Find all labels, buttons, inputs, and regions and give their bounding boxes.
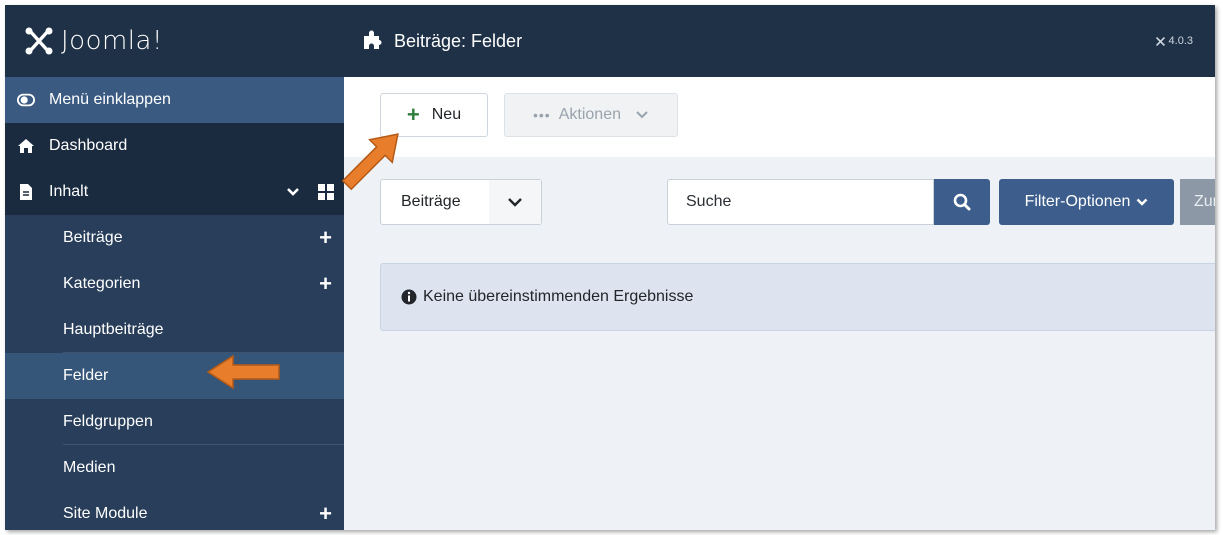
search-placeholder: Suche bbox=[686, 193, 732, 210]
sidebar-item-beitraege[interactable]: Beiträge + bbox=[5, 215, 344, 261]
add-category-icon[interactable]: + bbox=[319, 271, 332, 297]
filter-options-button[interactable]: Filter-Optionen bbox=[999, 179, 1174, 225]
sidebar-item-label: Felder bbox=[63, 367, 109, 384]
chevron-down-icon bbox=[636, 111, 648, 119]
toggle-icon bbox=[17, 91, 35, 109]
sidebar-item-label: Dashboard bbox=[49, 137, 128, 154]
page-header: Beiträge: Felder 4.0.3 bbox=[344, 5, 1215, 77]
sidebar-item-label: Inhalt bbox=[49, 183, 89, 200]
chevron-down-icon[interactable] bbox=[286, 187, 300, 197]
search-input[interactable]: Suche bbox=[667, 179, 934, 225]
sidebar: Joomla! Menü einklappen Dashboard Inhalt bbox=[5, 5, 344, 530]
file-icon bbox=[17, 183, 35, 201]
app-window: Joomla! Menü einklappen Dashboard Inhalt bbox=[5, 5, 1215, 530]
page-title: Beiträge: Felder bbox=[394, 30, 523, 51]
dashboard-grid-icon[interactable] bbox=[318, 184, 334, 200]
sidebar-item-site-module[interactable]: Site Module + bbox=[5, 491, 344, 530]
alert-message: Keine übereinstimmenden Ergebnisse bbox=[423, 288, 694, 305]
search-button[interactable] bbox=[934, 179, 990, 225]
sidebar-item-medien[interactable]: Medien bbox=[5, 445, 344, 491]
version-text: 4.0.3 bbox=[1168, 35, 1193, 47]
add-module-icon[interactable]: + bbox=[319, 501, 332, 527]
sidebar-item-inhalt[interactable]: Inhalt bbox=[5, 169, 344, 215]
sidebar-item-label: Site Module bbox=[63, 505, 148, 522]
sidebar-item-kategorien[interactable]: Kategorien + bbox=[5, 261, 344, 307]
logo[interactable]: Joomla! bbox=[5, 5, 344, 77]
add-article-icon[interactable]: + bbox=[319, 225, 332, 251]
sidebar-item-label: Beiträge bbox=[63, 229, 123, 246]
ellipsis-icon: ••• bbox=[533, 107, 551, 123]
reset-button[interactable]: Zur bbox=[1180, 179, 1215, 225]
search-icon bbox=[953, 193, 971, 211]
menu-collapse-toggle[interactable]: Menü einklappen bbox=[5, 77, 344, 123]
annotation-arrow-new bbox=[341, 133, 399, 191]
annotation-arrow-felder bbox=[206, 354, 280, 390]
sidebar-item-label: Medien bbox=[63, 459, 116, 476]
filter-options-label: Filter-Optionen bbox=[1024, 193, 1131, 210]
sidebar-item-hauptbeitraege[interactable]: Hauptbeiträge bbox=[5, 307, 344, 353]
sidebar-item-felder[interactable]: Felder bbox=[5, 353, 344, 399]
home-icon bbox=[17, 137, 35, 155]
actions-dropdown[interactable]: ••• Aktionen bbox=[504, 93, 678, 137]
main-content: Beiträge Suche Filter-Optionen Zur Keine… bbox=[344, 157, 1215, 530]
no-results-alert: Keine übereinstimmenden Ergebnisse bbox=[380, 263, 1215, 331]
toolbar: + Neu ••• Aktionen bbox=[344, 77, 1215, 158]
info-icon bbox=[401, 289, 417, 305]
new-button-label: Neu bbox=[431, 106, 462, 123]
sidebar-item-feldgruppen[interactable]: Feldgruppen bbox=[5, 399, 344, 445]
context-select-value: Beiträge bbox=[401, 193, 461, 210]
puzzle-icon bbox=[362, 28, 384, 55]
actions-label: Aktionen bbox=[558, 106, 621, 123]
sidebar-item-label: Feldgruppen bbox=[63, 413, 153, 430]
sidebar-item-label: Hauptbeiträge bbox=[63, 321, 164, 338]
menu-collapse-label: Menü einklappen bbox=[49, 91, 171, 108]
sidebar-item-label: Kategorien bbox=[63, 275, 141, 292]
chevron-down-icon bbox=[1137, 198, 1148, 206]
chevron-down-icon bbox=[489, 180, 541, 224]
reset-label: Zur bbox=[1194, 193, 1215, 210]
joomla-logo-icon bbox=[25, 27, 53, 55]
version-badge: 4.0.3 bbox=[1155, 35, 1193, 47]
sidebar-item-dashboard[interactable]: Dashboard bbox=[5, 123, 344, 169]
logo-text: Joomla! bbox=[61, 26, 163, 56]
joomla-small-icon bbox=[1155, 36, 1165, 46]
